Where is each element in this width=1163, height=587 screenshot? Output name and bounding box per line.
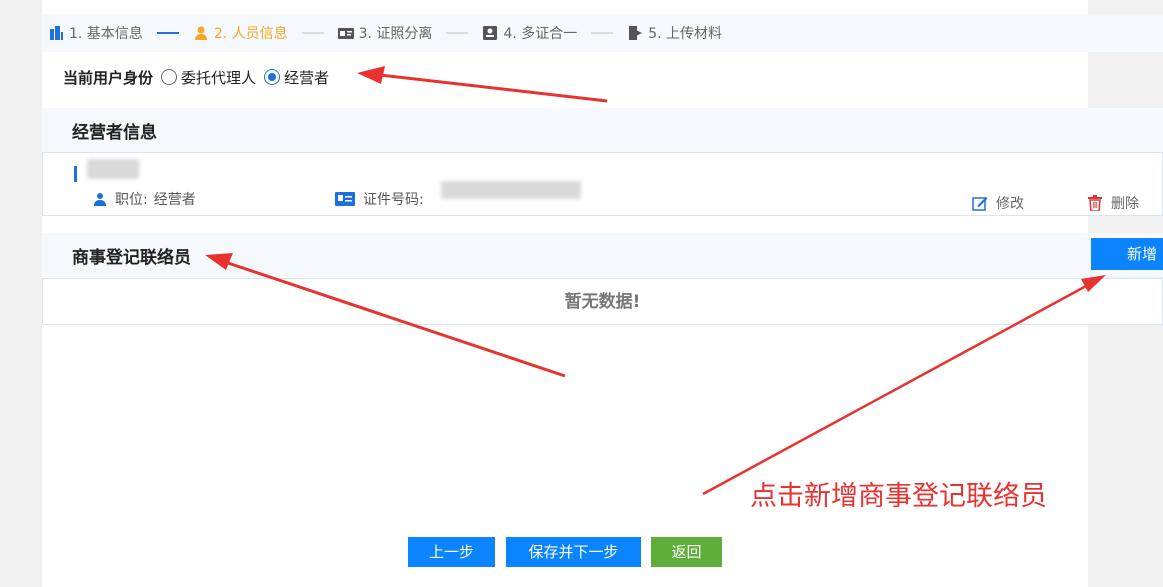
arrow-to-add-button	[702, 275, 1106, 496]
arrow-to-identity	[357, 66, 608, 103]
arrow-to-liaison-title	[205, 253, 566, 378]
annotation-text: 点击新增商事登记联络员	[750, 481, 1047, 512]
